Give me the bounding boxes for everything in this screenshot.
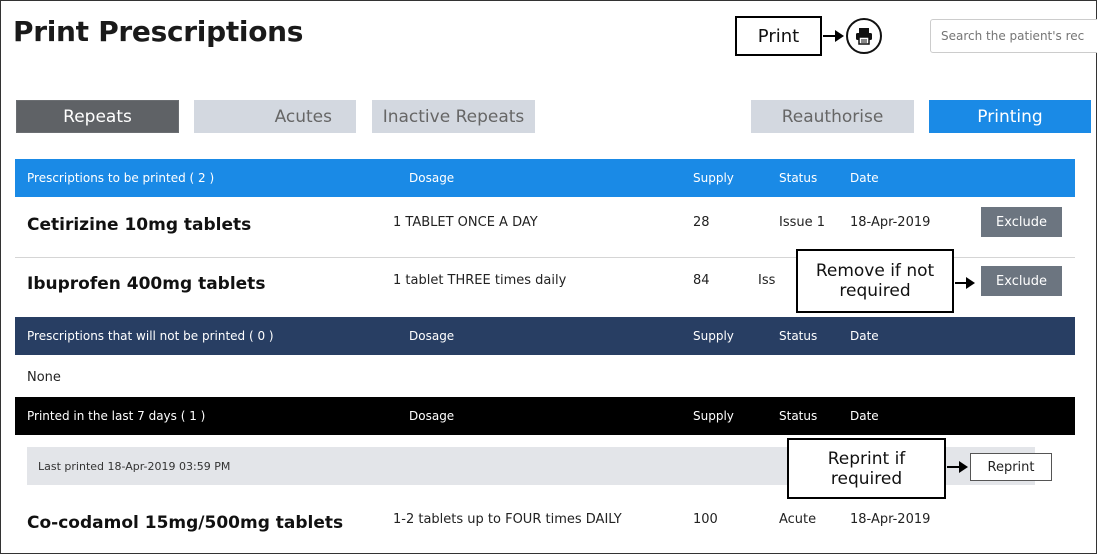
dosage: 1 tablet THREE times daily (393, 273, 567, 288)
exclude-button[interactable]: Exclude (981, 207, 1062, 237)
tab-printing[interactable]: Printing (929, 100, 1091, 133)
last-printed-label: Last printed 18-Apr-2019 03:59 PM (38, 460, 231, 473)
supply: 100 (693, 512, 718, 527)
column-dosage: Dosage (409, 171, 455, 185)
column-supply: Supply (693, 329, 734, 343)
column-supply: Supply (693, 409, 734, 423)
dosage: 1-2 tablets up to FOUR times DAILY (393, 512, 622, 527)
annotation-line: required (839, 281, 911, 301)
exclude-arrow-head (966, 277, 975, 289)
reprint-arrow-head (959, 461, 968, 473)
status: Acute (779, 512, 817, 527)
prescription-row: Cetirizine 10mg tablets 1 TABLET ONCE A … (15, 197, 1075, 257)
page-title: Print Prescriptions (13, 15, 304, 48)
status: Issue 1 (779, 215, 826, 230)
tab-repeats[interactable]: Repeats (16, 100, 179, 133)
section-title: Printed in the last 7 days ( 1 ) (27, 409, 206, 423)
empty-state: None (27, 370, 61, 385)
section-title: Prescriptions to be printed ( 2 ) (27, 171, 215, 185)
date: 18-Apr-2019 (850, 215, 931, 230)
drug-name: Ibuprofen 400mg tablets (27, 274, 266, 294)
supply: 28 (693, 215, 710, 230)
print-annotation: Print (735, 16, 822, 56)
exclude-annotation: Remove if not required (796, 249, 954, 313)
drug-name: Cetirizine 10mg tablets (27, 215, 252, 235)
tab-inactive-repeats[interactable]: Inactive Repeats (372, 100, 535, 133)
print-arrow-head (835, 30, 844, 42)
column-date: Date (850, 409, 879, 423)
section-header-not-printed: Prescriptions that will not be printed (… (15, 317, 1075, 355)
dosage: 1 TABLET ONCE A DAY (393, 215, 538, 230)
section-title: Prescriptions that will not be printed (… (27, 329, 274, 343)
annotation-line: required (830, 468, 903, 489)
status: Iss (758, 273, 776, 288)
column-supply: Supply (693, 171, 734, 185)
column-status: Status (779, 409, 818, 423)
section-header-to-print: Prescriptions to be printed ( 2 ) Dosage… (15, 159, 1075, 197)
column-dosage: Dosage (409, 329, 455, 343)
prescription-row: Co-codamol 15mg/500mg tablets 1-2 tablet… (15, 497, 1075, 551)
print-button[interactable] (846, 18, 882, 54)
column-date: Date (850, 329, 879, 343)
supply: 84 (693, 273, 710, 288)
reprint-button[interactable]: Reprint (970, 453, 1052, 481)
column-status: Status (779, 329, 818, 343)
printer-icon (856, 28, 872, 45)
column-date: Date (850, 171, 879, 185)
tab-acutes[interactable]: Acutes (194, 100, 356, 133)
column-status: Status (779, 171, 818, 185)
date: 18-Apr-2019 (850, 512, 931, 527)
annotation-line: Reprint if (827, 448, 906, 469)
annotation-line: Remove if not (815, 261, 935, 281)
section-header-printed-recent: Printed in the last 7 days ( 1 ) Dosage … (15, 397, 1075, 435)
reprint-annotation: Reprint if required (787, 438, 946, 499)
exclude-button[interactable]: Exclude (981, 266, 1062, 296)
drug-name: Co-codamol 15mg/500mg tablets (27, 513, 344, 533)
column-dosage: Dosage (409, 409, 455, 423)
patient-search-input[interactable] (930, 19, 1097, 53)
tab-reauthorise[interactable]: Reauthorise (751, 100, 914, 133)
